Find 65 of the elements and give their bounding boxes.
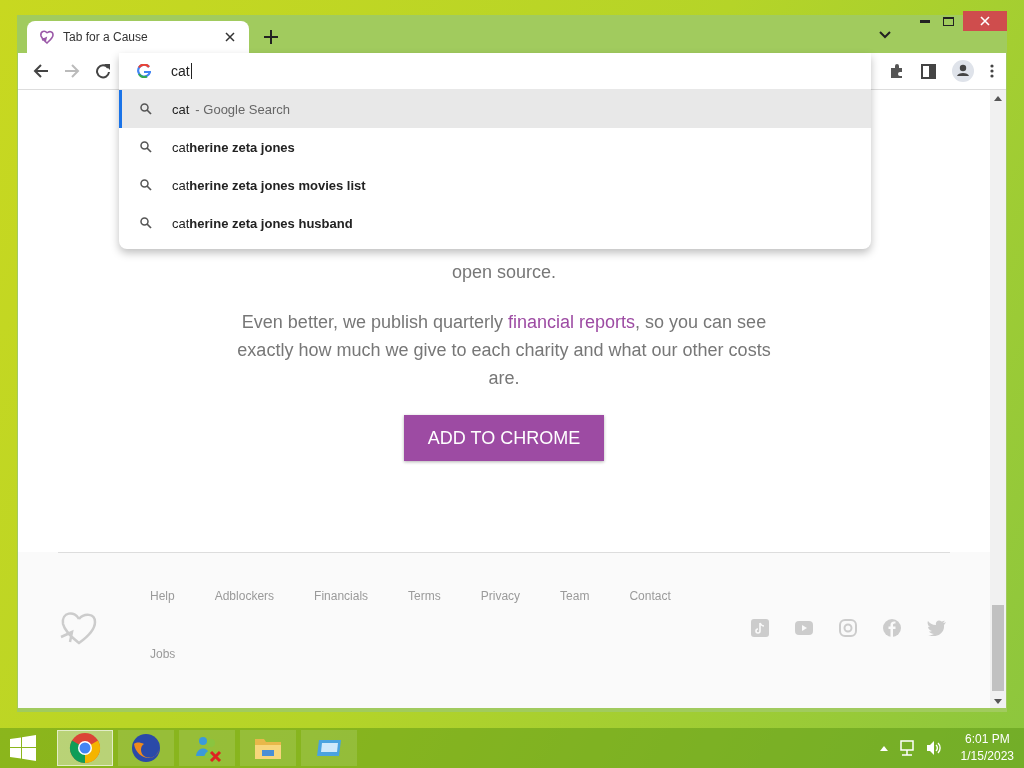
- show-hidden-icons-icon[interactable]: [879, 745, 888, 751]
- suggestion-item[interactable]: cat - Google Search: [119, 90, 871, 128]
- google-icon: [137, 64, 151, 78]
- network-icon[interactable]: [898, 740, 915, 756]
- scrollbar[interactable]: [990, 90, 1006, 708]
- reload-icon[interactable]: [95, 63, 111, 79]
- new-tab-icon[interactable]: [264, 30, 278, 44]
- close-icon: [980, 16, 990, 26]
- clock-date: 1/15/2023: [960, 748, 1014, 765]
- suggestion-text: cat: [172, 101, 190, 117]
- suggestion-text: catherine zeta jones: [172, 139, 295, 155]
- scroll-thumb[interactable]: [992, 605, 1004, 691]
- browser-taskbar-button[interactable]: [57, 730, 113, 766]
- minimize-icon[interactable]: [920, 20, 930, 24]
- suggestion-text: catherine zeta jones movies list: [172, 177, 366, 193]
- suggestion-item[interactable]: catherine zeta jones movies list: [119, 166, 871, 204]
- side-panel-icon[interactable]: [921, 63, 936, 79]
- scroll-down-icon[interactable]: [994, 699, 1002, 704]
- search-icon: [140, 141, 152, 153]
- puzzle-icon[interactable]: [889, 63, 905, 79]
- tiktok-icon[interactable]: [751, 619, 769, 637]
- suggestion-item[interactable]: catherine zeta jones husband: [119, 204, 871, 242]
- volume-icon[interactable]: [925, 740, 942, 756]
- close-tab-icon[interactable]: [225, 32, 235, 42]
- search-icon: [140, 103, 152, 115]
- footer-link[interactable]: Help: [150, 589, 175, 603]
- suggestion-text: catherine zeta jones husband: [172, 215, 353, 231]
- fox-browser-taskbar-button[interactable]: [118, 730, 174, 766]
- browser-tab[interactable]: Tab for a Cause: [27, 21, 249, 53]
- people-taskbar-button[interactable]: [179, 730, 235, 766]
- fox-globe-icon: [130, 732, 162, 764]
- paragraph: Even better, we publish quarterly financial reports, so you can see exactly how much we give to each charity and what our other costs are.: [236, 311, 772, 390]
- text-link[interactable]: financial reports: [508, 312, 636, 332]
- clock-time: 6:01 PM: [964, 731, 1010, 748]
- add-to-chrome-button[interactable]: ADD TO CHROME: [404, 415, 604, 461]
- search-icon: [140, 179, 152, 191]
- forward-icon[interactable]: [64, 63, 80, 79]
- paragraph: open source.: [450, 261, 558, 284]
- instagram-icon[interactable]: [839, 619, 857, 637]
- footer-link[interactable]: Jobs: [150, 647, 176, 661]
- heart-logo-icon: [39, 29, 55, 45]
- search-icon: [140, 217, 152, 229]
- folder-taskbar-button[interactable]: [240, 730, 296, 766]
- bird-icon[interactable]: [927, 620, 946, 636]
- windows-start-icon[interactable]: [10, 735, 36, 761]
- profile-icon[interactable]: [952, 60, 974, 82]
- footer-link[interactable]: Team: [560, 589, 590, 603]
- footer-link[interactable]: Adblockers: [214, 589, 275, 603]
- chrome-icon: [69, 732, 101, 764]
- footer-link[interactable]: Privacy: [480, 589, 521, 603]
- scroll-up-icon[interactable]: [994, 96, 1002, 101]
- window-taskbar-button[interactable]: [301, 730, 357, 766]
- youtube-icon[interactable]: [795, 621, 813, 635]
- back-icon[interactable]: [33, 63, 49, 79]
- footer-link[interactable]: Terms: [408, 589, 441, 603]
- close-window-button[interactable]: [963, 11, 1007, 31]
- suggestion-item[interactable]: catherine zeta jones: [119, 128, 871, 166]
- facebook-icon[interactable]: [883, 619, 901, 637]
- suggestion-hint: - Google Search: [195, 101, 290, 117]
- address-field[interactable]: cat: [171, 59, 871, 83]
- menu-icon[interactable]: [990, 64, 994, 78]
- chevron-down-icon[interactable]: [879, 31, 891, 39]
- footer-link[interactable]: Financials: [314, 589, 369, 603]
- footer-link[interactable]: Contact: [629, 589, 671, 603]
- maximize-icon[interactable]: [943, 17, 954, 26]
